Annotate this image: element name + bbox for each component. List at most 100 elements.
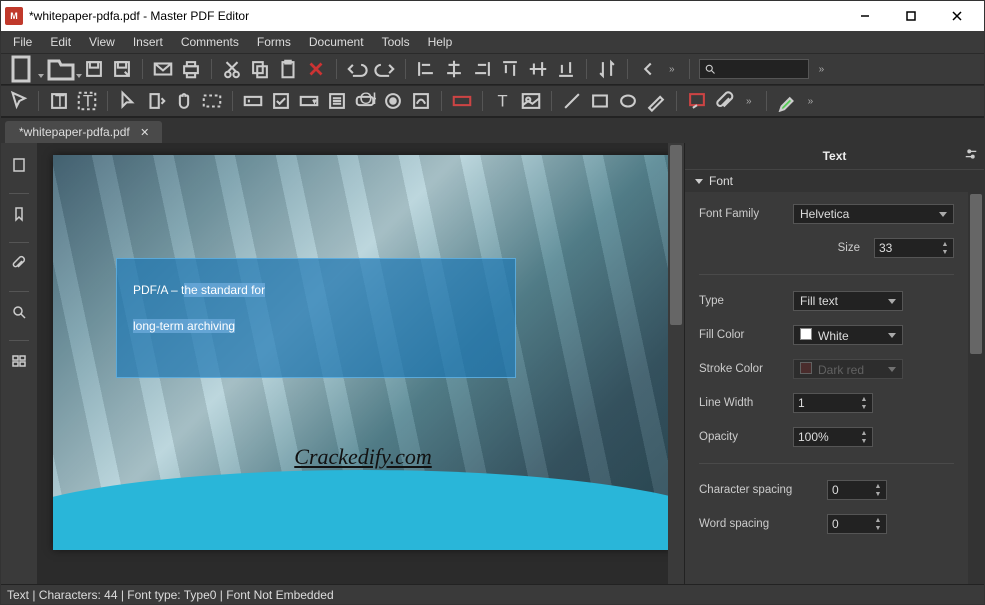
print-button[interactable] <box>180 58 202 80</box>
listbox-tool[interactable] <box>326 90 348 112</box>
link-tool[interactable] <box>451 90 473 112</box>
opacity-label: Opacity <box>699 431 785 443</box>
stroke-color-label: Stroke Color <box>699 363 785 375</box>
button-tool[interactable]: OK <box>354 90 376 112</box>
edit-text-tool[interactable]: T <box>48 90 70 112</box>
font-section-header[interactable]: Font <box>685 169 984 192</box>
thumbnails-panel-button[interactable] <box>5 149 33 181</box>
signature-tool[interactable] <box>410 90 432 112</box>
search-input[interactable] <box>699 59 809 79</box>
align-top-button[interactable] <box>499 58 521 80</box>
document-canvas[interactable]: PDF/A – the standard for long-term archi… <box>37 143 684 584</box>
open-file-button[interactable] <box>45 58 77 80</box>
font-family-label: Font Family <box>699 208 785 220</box>
page-decorative-curve <box>53 470 668 550</box>
menu-document[interactable]: Document <box>301 33 372 51</box>
menu-forms[interactable]: Forms <box>249 33 299 51</box>
checkbox-tool[interactable] <box>270 90 292 112</box>
main-toolbar: » » <box>1 53 984 85</box>
align-left-button[interactable] <box>415 58 437 80</box>
snapshot-tool[interactable] <box>201 90 223 112</box>
insert-image-tool[interactable] <box>520 90 542 112</box>
edit-forms-tool[interactable]: T <box>76 90 98 112</box>
collapse-icon <box>695 179 703 184</box>
email-button[interactable] <box>152 58 174 80</box>
search-panel-button[interactable] <box>5 296 33 328</box>
menu-file[interactable]: File <box>5 33 40 51</box>
properties-panel-title: Text <box>685 143 984 169</box>
app-logo: M <box>5 7 23 25</box>
bookmarks-panel-button[interactable] <box>5 198 33 230</box>
paste-button[interactable] <box>277 58 299 80</box>
svg-text:T: T <box>83 93 93 111</box>
font-family-combo[interactable]: Helvetica <box>793 204 954 224</box>
properties-vertical-scrollbar[interactable] <box>968 192 984 584</box>
insert-text-tool[interactable]: T <box>492 90 514 112</box>
canvas-vertical-scrollbar[interactable] <box>668 143 684 584</box>
sort-button[interactable] <box>596 58 618 80</box>
sticky-note-tool[interactable] <box>686 90 708 112</box>
prev-page-button[interactable] <box>637 58 659 80</box>
toolbar-overflow-2[interactable]: » <box>815 64 830 75</box>
rectangle-tool[interactable] <box>589 90 611 112</box>
close-button[interactable] <box>934 1 980 31</box>
cut-button[interactable] <box>221 58 243 80</box>
align-right-button[interactable] <box>471 58 493 80</box>
ellipse-tool[interactable] <box>617 90 639 112</box>
maximize-button[interactable] <box>888 1 934 31</box>
toolbar-overflow-1[interactable]: » <box>665 64 680 75</box>
fill-color-combo[interactable]: White <box>793 325 903 345</box>
line-tool[interactable] <box>561 90 583 112</box>
select-tool[interactable] <box>117 90 139 112</box>
fields-panel-button[interactable] <box>5 345 33 377</box>
tools-overflow[interactable]: » <box>742 96 757 107</box>
word-spacing-spinner[interactable]: 0▲▼ <box>827 514 887 534</box>
attachments-panel-button[interactable] <box>5 247 33 279</box>
font-size-spinner[interactable]: 33▲▼ <box>874 238 954 258</box>
menu-insert[interactable]: Insert <box>125 33 171 51</box>
new-file-button[interactable] <box>7 58 39 80</box>
char-spacing-spinner[interactable]: 0▲▼ <box>827 480 887 500</box>
text-field-tool[interactable] <box>242 90 264 112</box>
hand-tool[interactable] <box>173 90 195 112</box>
undo-button[interactable] <box>346 58 368 80</box>
menu-comments[interactable]: Comments <box>173 33 247 51</box>
word-spacing-label: Word spacing <box>699 518 819 530</box>
char-spacing-label: Character spacing <box>699 484 819 496</box>
type-label: Type <box>699 295 785 307</box>
panel-settings-icon[interactable] <box>964 147 978 164</box>
align-center-h-button[interactable] <box>443 58 465 80</box>
delete-button[interactable] <box>305 58 327 80</box>
pointer-tool[interactable] <box>7 90 29 112</box>
tools-overflow-2[interactable]: » <box>804 96 819 107</box>
fill-color-swatch <box>800 328 812 340</box>
save-button[interactable] <box>83 58 105 80</box>
save-as-button[interactable] <box>111 58 133 80</box>
minimize-button[interactable] <box>842 1 888 31</box>
attachment-tool[interactable] <box>714 90 736 112</box>
heading-prefix: PDF/A – t <box>133 283 184 297</box>
redo-button[interactable] <box>374 58 396 80</box>
radio-tool[interactable] <box>382 90 404 112</box>
menu-edit[interactable]: Edit <box>42 33 79 51</box>
document-tab[interactable]: *whitepaper-pdfa.pdf ✕ <box>5 121 162 143</box>
combobox-tool[interactable] <box>298 90 320 112</box>
main-area: PDF/A – the standard for long-term archi… <box>1 143 984 584</box>
type-combo[interactable]: Fill text <box>793 291 903 311</box>
selected-text-box[interactable]: PDF/A – the standard for long-term archi… <box>116 258 516 378</box>
highlight-tool[interactable] <box>776 90 798 112</box>
menu-help[interactable]: Help <box>420 33 461 51</box>
heading-text[interactable]: PDF/A – the standard for long-term archi… <box>133 267 499 340</box>
pencil-tool[interactable] <box>645 90 667 112</box>
menu-tools[interactable]: Tools <box>374 33 418 51</box>
tab-close-button[interactable]: ✕ <box>138 125 152 139</box>
align-center-v-button[interactable] <box>527 58 549 80</box>
align-bottom-button[interactable] <box>555 58 577 80</box>
line-width-spinner[interactable]: 1▲▼ <box>793 393 873 413</box>
copy-button[interactable] <box>249 58 271 80</box>
svg-text:OK: OK <box>360 90 377 108</box>
pdf-page[interactable]: PDF/A – the standard for long-term archi… <box>53 155 668 550</box>
opacity-spinner[interactable]: 100%▲▼ <box>793 427 873 447</box>
vertical-select-tool[interactable] <box>145 90 167 112</box>
menu-view[interactable]: View <box>81 33 123 51</box>
